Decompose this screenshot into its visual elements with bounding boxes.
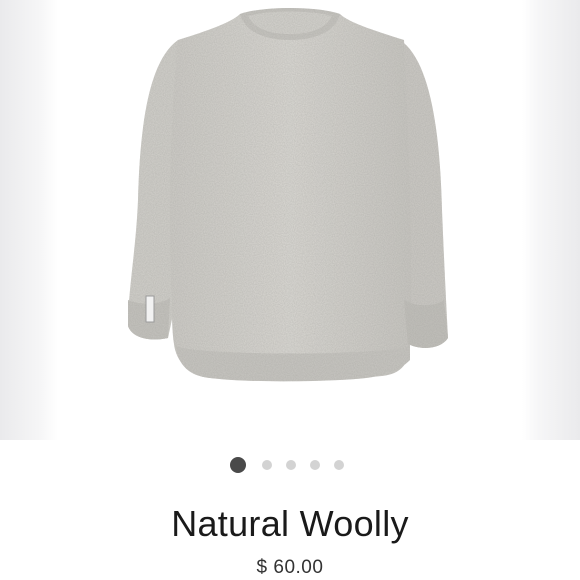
sweater-image <box>128 8 448 382</box>
product-photo[interactable] <box>0 0 580 440</box>
carousel-dot-1[interactable] <box>229 457 246 473</box>
carousel-dot-5[interactable] <box>333 460 344 470</box>
carousel-dot-3[interactable] <box>285 460 296 470</box>
carousel-dot-2[interactable] <box>261 460 272 470</box>
carousel-dot-4[interactable] <box>309 460 320 470</box>
product-page: Natural Woolly $ 60.00 <box>0 0 580 580</box>
sweater-shape <box>128 8 448 382</box>
product-title: Natural Woolly <box>171 503 409 544</box>
product-price: $ 60.00 <box>256 557 324 578</box>
clothing-tag <box>145 295 155 323</box>
image-carousel-indicator <box>0 456 580 474</box>
